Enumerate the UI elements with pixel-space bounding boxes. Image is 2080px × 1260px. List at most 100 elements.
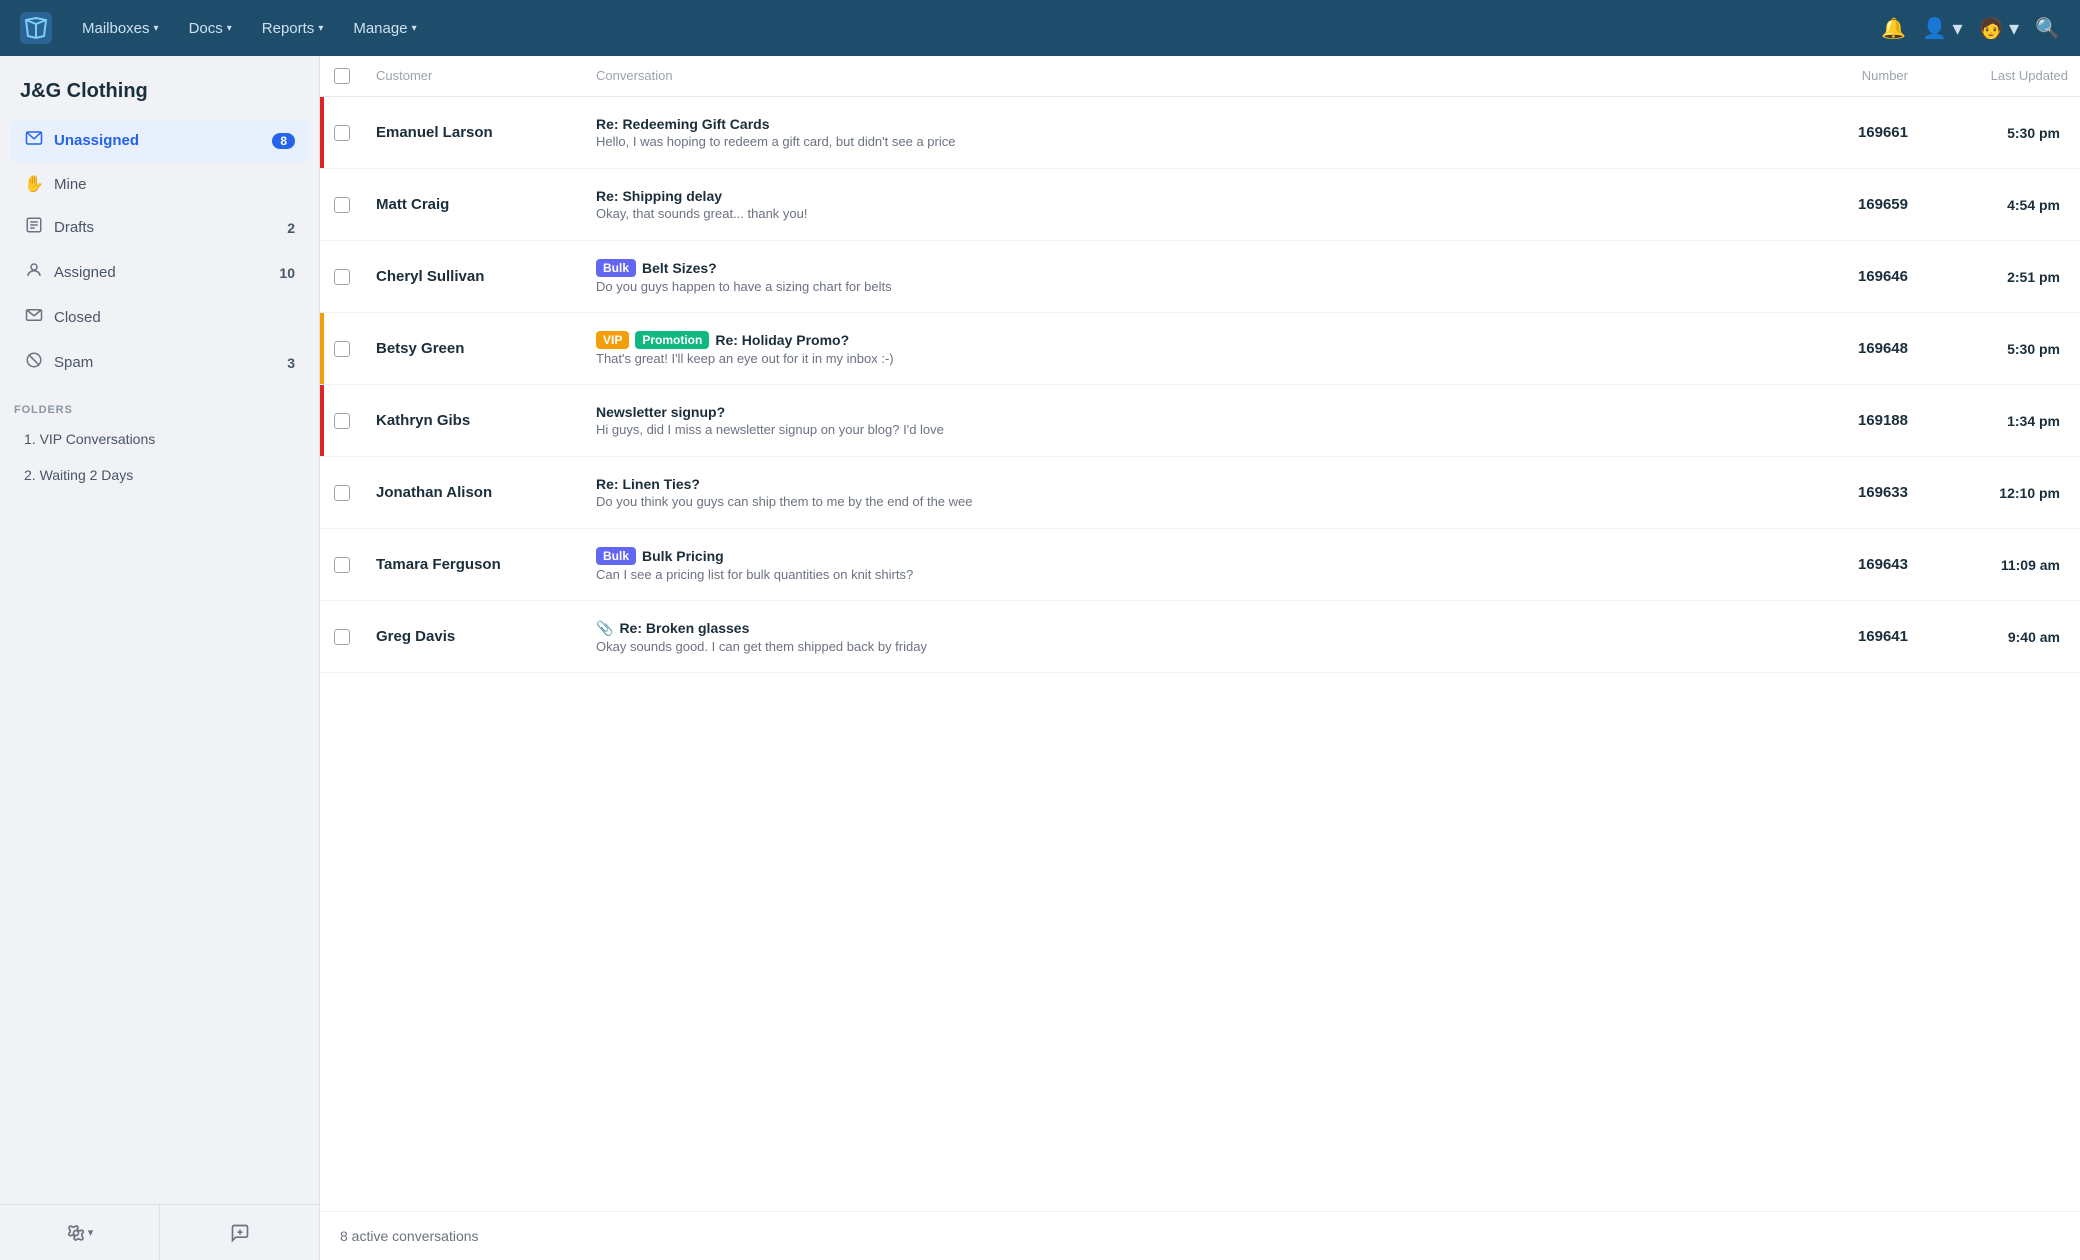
conversation-preview: Hi guys, did I miss a newsletter signup …	[596, 422, 1116, 437]
sidebar-item-assigned[interactable]: Assigned 10	[10, 251, 309, 294]
conversation-preview: Do you guys happen to have a sizing char…	[596, 279, 1116, 294]
unassigned-badge: 8	[272, 133, 295, 149]
customer-name: Matt Craig	[364, 196, 584, 213]
new-conversation-btn[interactable]	[160, 1205, 319, 1260]
customer-col-header: Customer	[364, 68, 584, 84]
conversation-subject: Bulk Bulk Pricing	[596, 547, 1788, 565]
nav-manage[interactable]: Manage ▾	[341, 12, 428, 45]
conversation-time: 12:10 pm	[1920, 485, 2080, 501]
conversations-table: Customer Conversation Number Last Update…	[320, 56, 2080, 1211]
vip-badge: VIP	[596, 331, 629, 349]
nav-mailboxes[interactable]: Mailboxes ▾	[70, 12, 171, 45]
row-checkbox[interactable]	[334, 269, 350, 285]
folder-vip-conversations[interactable]: 1. VIP Conversations	[10, 422, 309, 456]
table-row[interactable]: Matt Craig Re: Shipping delay Okay, that…	[320, 169, 2080, 241]
row-checkbox[interactable]	[334, 413, 350, 429]
customer-name: Emanuel Larson	[364, 124, 584, 141]
sidebar-item-mine[interactable]: ✋ Mine	[10, 164, 309, 204]
conversation-number: 169188	[1800, 412, 1920, 429]
row-checkbox[interactable]	[334, 341, 350, 357]
promotion-badge: Promotion	[635, 331, 709, 349]
inbox-icon	[24, 129, 44, 152]
chevron-down-icon: ▾	[88, 1226, 94, 1239]
conversation-number: 169641	[1800, 628, 1920, 645]
attachment-icon: 📎	[596, 620, 613, 637]
row-checkbox[interactable]	[334, 557, 350, 573]
notifications-icon[interactable]: 🔔	[1881, 16, 1906, 41]
conversation-cell: Bulk Bulk Pricing Can I see a pricing li…	[584, 547, 1800, 582]
sidebar-item-unassigned[interactable]: Unassigned 8	[10, 119, 309, 162]
conversation-subject: Bulk Belt Sizes?	[596, 259, 1788, 277]
conversations-panel: Customer Conversation Number Last Update…	[320, 56, 2080, 1260]
conversation-time: 11:09 am	[1920, 557, 2080, 573]
table-header: Customer Conversation Number Last Update…	[320, 56, 2080, 97]
bulk-badge: Bulk	[596, 547, 636, 565]
conversation-cell: Re: Redeeming Gift Cards Hello, I was ho…	[584, 116, 1800, 149]
customer-name: Betsy Green	[364, 340, 584, 357]
topnav: Mailboxes ▾ Docs ▾ Reports ▾ Manage ▾ 🔔 …	[0, 0, 2080, 56]
conversations-footer: 8 active conversations	[320, 1211, 2080, 1260]
conversation-preview: Do you think you guys can ship them to m…	[596, 494, 1116, 509]
select-all-checkbox[interactable]	[334, 68, 350, 84]
chevron-down-icon: ▾	[227, 23, 232, 34]
customer-name: Cheryl Sullivan	[364, 268, 584, 285]
table-row[interactable]: Cheryl Sullivan Bulk Belt Sizes? Do you …	[320, 241, 2080, 313]
row-checkbox[interactable]	[334, 485, 350, 501]
sidebar-item-drafts[interactable]: Drafts 2	[10, 206, 309, 249]
row-checkbox[interactable]	[334, 197, 350, 213]
folders-section-label: FOLDERS	[0, 386, 319, 422]
customer-name: Greg Davis	[364, 628, 584, 645]
chevron-down-icon: ▾	[412, 23, 417, 34]
folder-waiting-2-days[interactable]: 2. Waiting 2 Days	[10, 458, 309, 492]
bulk-badge: Bulk	[596, 259, 636, 277]
table-row[interactable]: Kathryn Gibs Newsletter signup? Hi guys,…	[320, 385, 2080, 457]
spam-count: 3	[287, 355, 295, 371]
nav-docs[interactable]: Docs ▾	[177, 12, 244, 45]
customer-name: Tamara Ferguson	[364, 556, 584, 573]
conversation-cell: Newsletter signup? Hi guys, did I miss a…	[584, 404, 1800, 437]
priority-flag-red	[320, 385, 324, 456]
sidebar-item-spam[interactable]: Spam 3	[10, 341, 309, 384]
agent-icon[interactable]: 🧑 ▾	[1979, 16, 2020, 41]
chevron-down-icon: ▾	[318, 23, 323, 34]
lastupdated-col-header: Last Updated	[1920, 68, 2080, 84]
table-row[interactable]: Betsy Green VIP Promotion Re: Holiday Pr…	[320, 313, 2080, 385]
conversation-preview: Okay, that sounds great... thank you!	[596, 206, 1116, 221]
conversation-subject: Newsletter signup?	[596, 404, 1788, 420]
row-checkbox[interactable]	[334, 629, 350, 645]
search-icon[interactable]: 🔍	[2035, 16, 2060, 41]
conversation-cell: VIP Promotion Re: Holiday Promo? That's …	[584, 331, 1800, 366]
table-row[interactable]: Jonathan Alison Re: Linen Ties? Do you t…	[320, 457, 2080, 529]
conversation-cell: Bulk Belt Sizes? Do you guys happen to h…	[584, 259, 1800, 294]
sidebar-item-closed[interactable]: Closed	[10, 296, 309, 339]
user-avatar-icon[interactable]: 👤 ▾	[1922, 16, 1963, 41]
spam-icon	[24, 351, 44, 374]
app-logo[interactable]	[20, 12, 52, 44]
conversation-time: 4:54 pm	[1920, 197, 2080, 213]
conversation-subject: Re: Redeeming Gift Cards	[596, 116, 1788, 132]
sidebar-item-label: Mine	[54, 176, 87, 193]
conversation-number: 169643	[1800, 556, 1920, 573]
conversation-subject: Re: Shipping delay	[596, 188, 1788, 204]
table-row[interactable]: Tamara Ferguson Bulk Bulk Pricing Can I …	[320, 529, 2080, 601]
topnav-right: 🔔 👤 ▾ 🧑 ▾ 🔍	[1881, 16, 2060, 41]
nav-reports[interactable]: Reports ▾	[250, 12, 336, 45]
topnav-menu: Mailboxes ▾ Docs ▾ Reports ▾ Manage ▾	[70, 12, 1881, 45]
row-checkbox[interactable]	[334, 125, 350, 141]
settings-btn[interactable]: ▾	[0, 1205, 160, 1260]
conversation-subject: 📎 Re: Broken glasses	[596, 620, 1788, 637]
conversation-preview: Can I see a pricing list for bulk quanti…	[596, 567, 1116, 582]
table-row[interactable]: Greg Davis 📎 Re: Broken glasses Okay sou…	[320, 601, 2080, 673]
table-row[interactable]: Emanuel Larson Re: Redeeming Gift Cards …	[320, 97, 2080, 169]
sidebar-item-label: Spam	[54, 354, 93, 371]
customer-name: Jonathan Alison	[364, 484, 584, 501]
priority-flag-orange	[320, 313, 324, 384]
conversation-number: 169661	[1800, 124, 1920, 141]
conversation-subject: Re: Linen Ties?	[596, 476, 1788, 492]
closed-icon	[24, 306, 44, 329]
conversation-preview: That's great! I'll keep an eye out for i…	[596, 351, 1116, 366]
drafts-icon	[24, 216, 44, 239]
conversation-time: 5:30 pm	[1920, 125, 2080, 141]
sidebar-bottom: ▾	[0, 1204, 319, 1260]
conversation-time: 9:40 am	[1920, 629, 2080, 645]
